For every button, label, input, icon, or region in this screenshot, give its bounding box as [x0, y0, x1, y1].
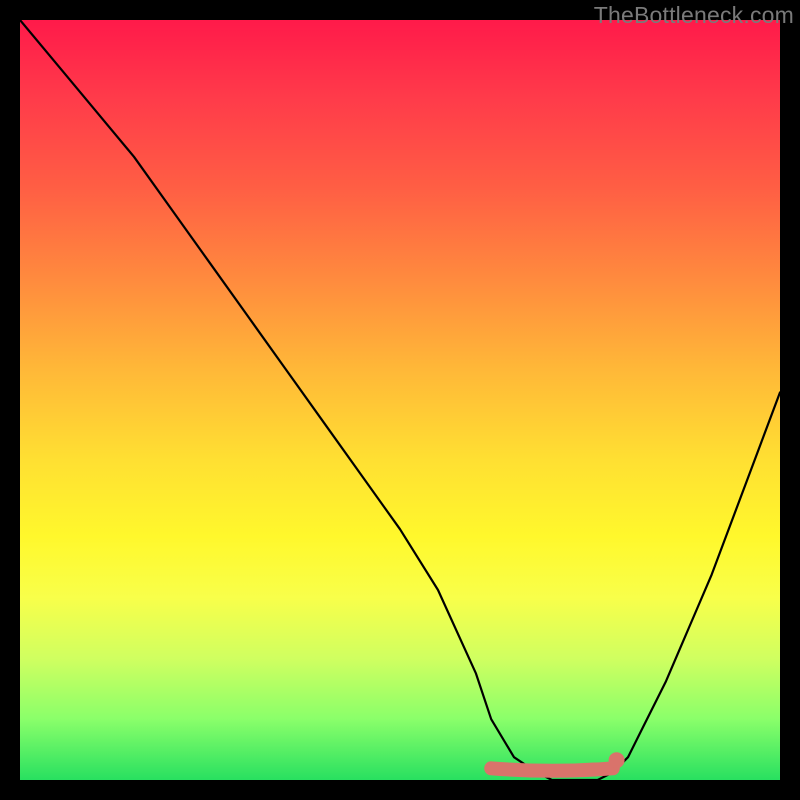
- chart-svg: [20, 20, 780, 780]
- chart-container: TheBottleneck.com: [0, 0, 800, 800]
- bottleneck-curve: [20, 20, 780, 780]
- plot-area: [20, 20, 780, 780]
- sweet-spot-marker: [491, 768, 613, 771]
- sweet-spot-dot: [609, 752, 625, 768]
- watermark-text: TheBottleneck.com: [594, 2, 794, 29]
